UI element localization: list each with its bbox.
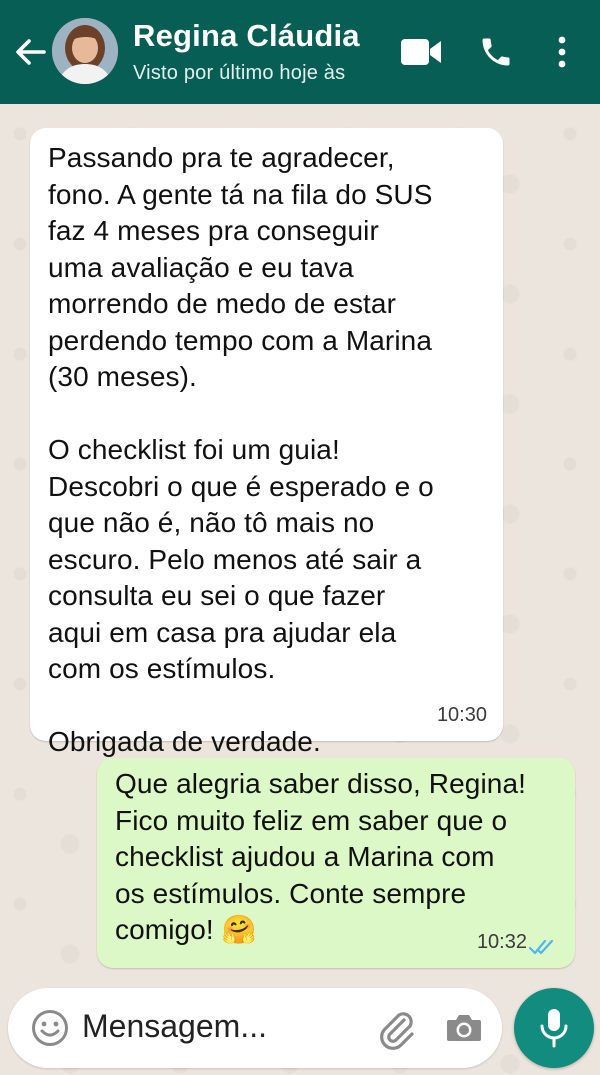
message-composer: Mensagem...	[8, 988, 502, 1068]
last-seen-status: Visto por último hoje às	[133, 62, 346, 84]
video-call-icon[interactable]	[398, 34, 444, 70]
more-options-icon[interactable]	[548, 32, 576, 72]
microphone-icon	[540, 1009, 568, 1048]
attach-clip-icon[interactable]	[374, 1006, 418, 1050]
emoji-icon[interactable]	[30, 1008, 70, 1048]
microphone-button[interactable]	[514, 988, 594, 1068]
message-time: 10:32	[476, 930, 527, 953]
incoming-message[interactable]: Passando pra te agradecer, fono. A gente…	[30, 128, 503, 757]
message-time: 10:30	[436, 703, 487, 726]
outgoing-message[interactable]: Que alegria saber disso, Regina! Fico mu…	[97, 758, 575, 968]
double-check-read-icon	[529, 939, 554, 955]
back-arrow-icon[interactable]	[10, 30, 50, 74]
avatar[interactable]	[52, 18, 118, 84]
message-text: Que alegria saber disso, Regina! Fico mu…	[115, 768, 526, 945]
chat-header: Regina Cláudia Visto por último hoje às	[0, 0, 600, 104]
contact-name[interactable]: Regina Cláudia	[133, 18, 360, 54]
camera-icon[interactable]	[444, 1008, 484, 1048]
message-text: Passando pra te agradecer, fono. A gente…	[48, 142, 434, 757]
voice-call-icon[interactable]	[474, 32, 518, 72]
message-input[interactable]: Mensagem...	[82, 1008, 267, 1045]
